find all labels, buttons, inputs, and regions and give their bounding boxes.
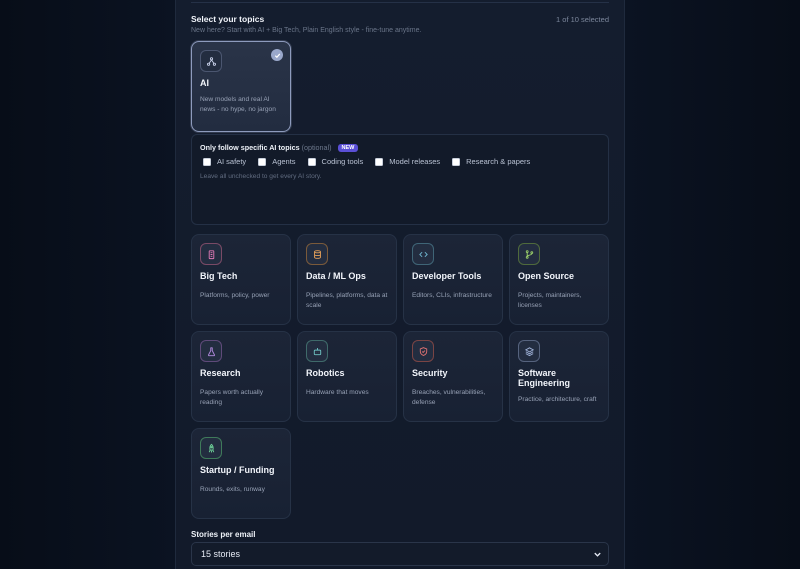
checkbox-box[interactable] (452, 157, 461, 166)
topic-card-robotics[interactable]: Robotics Hardware that moves (297, 331, 397, 422)
layers-icon (518, 340, 540, 362)
database-icon (306, 243, 328, 265)
card-title: Big Tech (200, 271, 238, 281)
robot-icon (306, 340, 328, 362)
topic-card-ai[interactable]: AI New models and real AI news - no hype… (191, 41, 291, 132)
checkbox-label: Coding tools (321, 157, 364, 166)
card-description: Pipelines, platforms, data at scale (306, 292, 388, 309)
card-title: Software Engineering (518, 368, 571, 388)
check-icon (271, 49, 283, 61)
shield-icon (412, 340, 434, 362)
checkbox-box[interactable] (375, 157, 384, 166)
rocket-icon (200, 437, 222, 459)
card-description: Papers worth actually reading (200, 389, 264, 406)
git-branch-icon (518, 243, 540, 265)
card-title: Open Source (518, 271, 575, 281)
card-description: Breaches, vulnerabilities, defense (412, 389, 486, 406)
chevron-down-icon (594, 552, 601, 557)
ai-topic-filter: Only follow specific AI topics (optional… (191, 134, 609, 225)
topic-card-security[interactable]: Security Breaches, vulnerabilities, defe… (403, 331, 503, 422)
card-description: Platforms, policy, power (200, 292, 270, 299)
card-description: Hardware that moves (306, 389, 369, 396)
optional-label: (optional) (301, 143, 332, 152)
stories-per-email-label: Stories per email (191, 530, 256, 539)
topic-card-open-source[interactable]: Open Source Projects, maintainers, licen… (509, 234, 609, 325)
new-badge: NEW (337, 144, 359, 152)
filter-title: Only follow specific AI topics (optional… (200, 143, 359, 152)
select-value: 15 stories (201, 549, 241, 559)
checkbox-label: Model releases (389, 157, 441, 166)
checkbox-model-releases[interactable]: Model releases (375, 157, 440, 166)
divider (191, 2, 609, 3)
stories-per-email-select[interactable]: 15 stories (191, 542, 609, 566)
checkbox-label: AI safety (217, 157, 247, 166)
checkbox-label: Agents (272, 157, 296, 166)
card-description: Rounds, exits, runway (200, 486, 265, 493)
checkbox-coding-tools[interactable]: Coding tools (307, 157, 364, 166)
topics-subtitle: New here? Start with AI + Big Tech, Plai… (191, 27, 422, 34)
network-icon (200, 50, 222, 72)
checkbox-research-papers[interactable]: Research & papers (452, 157, 530, 166)
card-title: AI (200, 78, 209, 88)
selected-count: 1 of 10 selected (556, 15, 609, 24)
topic-card-software-engineering[interactable]: Software Engineering Practice, architect… (509, 331, 609, 422)
filter-title-text: Only follow specific AI topics (200, 143, 300, 152)
filter-hint: Leave all unchecked to get every AI stor… (200, 173, 322, 180)
checkbox-ai-safety[interactable]: AI safety (203, 157, 246, 166)
checkbox-box[interactable] (258, 157, 267, 166)
topic-card-data-ml-ops[interactable]: Data / ML Ops Pipelines, platforms, data… (297, 234, 397, 325)
card-description: Practice, architecture, craft (518, 396, 597, 403)
checkbox-box[interactable] (307, 157, 316, 166)
checkbox-label: Research & papers (466, 157, 531, 166)
card-title: Developer Tools (412, 271, 482, 281)
code-icon (412, 243, 434, 265)
topics-title: Select your topics (191, 14, 265, 24)
topic-card-startup-funding[interactable]: Startup / Funding Rounds, exits, runway (191, 428, 291, 519)
card-description: Editors, CLIs, infrastructure (412, 292, 492, 299)
flask-icon (200, 340, 222, 362)
card-title: Research (200, 368, 241, 378)
card-title: Data / ML Ops (306, 271, 366, 281)
card-description: New models and real AI news - no hype, n… (200, 96, 276, 113)
card-title: Robotics (306, 368, 345, 378)
filter-options: AI safety Agents Coding tools Model rele… (203, 157, 530, 166)
building-icon (200, 243, 222, 265)
card-description: Projects, maintainers, licenses (518, 292, 582, 309)
card-title: Security (412, 368, 448, 378)
topic-card-big-tech[interactable]: Big Tech Platforms, policy, power (191, 234, 291, 325)
checkbox-box[interactable] (203, 157, 211, 166)
topic-card-developer-tools[interactable]: Developer Tools Editors, CLIs, infrastru… (403, 234, 503, 325)
card-title: Startup / Funding (200, 465, 275, 475)
checkbox-agents[interactable]: Agents (258, 157, 296, 166)
topic-card-research[interactable]: Research Papers worth actually reading (191, 331, 291, 422)
